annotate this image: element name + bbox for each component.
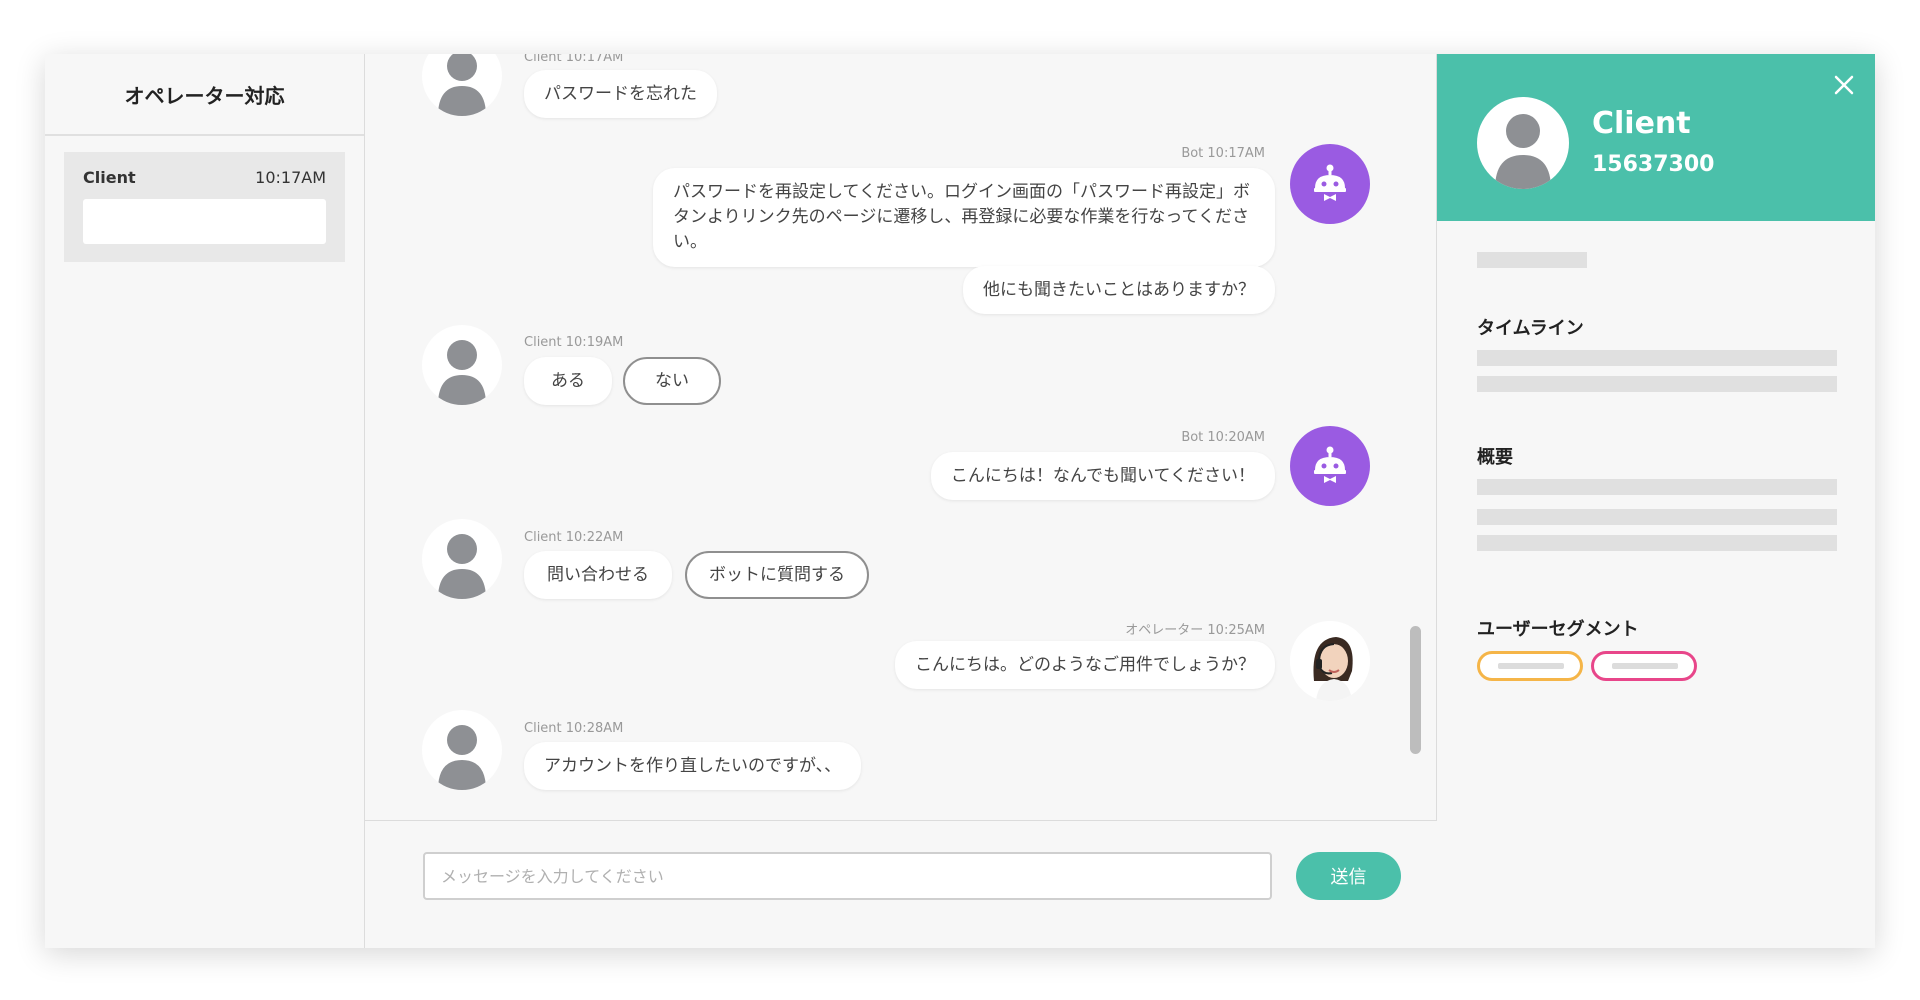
segment-tag-bar <box>1612 663 1678 669</box>
sidebar-title: オペレーター対応 <box>45 54 364 136</box>
chat-panel: Client 10:17AM パスワードを忘れた Bot 10:17AM パスワ… <box>365 54 1437 948</box>
operator-avatar-icon <box>1290 621 1370 701</box>
conversation-header: Client 10:17AM <box>83 168 326 187</box>
summary-label: 概要 <box>1477 447 1513 468</box>
segment-tag[interactable] <box>1591 651 1697 681</box>
operator-app: オペレーター対応 Client 10:17AM Client 10:17AM パ… <box>45 54 1875 948</box>
bot-avatar-icon <box>1290 426 1370 506</box>
chat-scrollbar[interactable] <box>1410 626 1421 754</box>
message-bubble: こんにちは！なんでも聞いてください！ <box>930 452 1275 500</box>
client-avatar-icon <box>422 54 502 116</box>
message-meta: オペレーター 10:25AM <box>1125 623 1265 638</box>
placeholder-bar <box>1477 509 1837 525</box>
conversation-item[interactable]: Client 10:17AM <box>64 152 345 262</box>
message-bubble: こんにちは。どのようなご用件でしょうか？ <box>895 641 1275 689</box>
message-meta: Bot 10:17AM <box>1181 146 1265 161</box>
message-bubble: パスワードを再設定してください。ログイン画面の「パスワード再設定」ボタンよりリン… <box>653 168 1275 267</box>
conversation-preview <box>83 199 326 244</box>
segment-label: ユーザーセグメント <box>1477 619 1639 640</box>
profile-avatar-icon <box>1477 97 1569 189</box>
conversation-time: 10:17AM <box>255 168 326 187</box>
placeholder-bar <box>1477 479 1837 495</box>
close-icon[interactable] <box>1829 70 1859 100</box>
placeholder-bar <box>1477 350 1837 366</box>
segment-tag-bar <box>1498 663 1564 669</box>
message-input[interactable] <box>423 852 1272 900</box>
message-bubble: パスワードを忘れた <box>524 70 717 118</box>
choice-button[interactable]: ボットに質問する <box>685 551 869 599</box>
message-meta: Client 10:17AM <box>524 54 624 65</box>
segment-tag[interactable] <box>1477 651 1583 681</box>
choice-selected: 問い合わせる <box>524 551 672 599</box>
choice-selected: ある <box>524 357 612 405</box>
message-composer: 送信 <box>365 820 1437 948</box>
placeholder-bar <box>1477 252 1587 268</box>
client-avatar-icon <box>422 710 502 790</box>
timeline-label: タイムライン <box>1477 318 1584 339</box>
message-list[interactable]: Client 10:17AM パスワードを忘れた Bot 10:17AM パスワ… <box>365 54 1437 820</box>
user-profile-panel: Client 15637300 タイムライン 概要 ユーザーセグメント <box>1437 54 1875 948</box>
message-bubble: アカウントを作り直したいのですが、、 <box>524 742 862 790</box>
message-meta: Client 10:22AM <box>524 530 624 545</box>
bot-avatar-icon <box>1290 144 1370 224</box>
message-meta: Client 10:28AM <box>524 721 624 736</box>
conversation-name: Client <box>83 168 136 187</box>
message-meta: Client 10:19AM <box>524 335 624 350</box>
message-bubble: 他にも聞きたいことはありますか？ <box>963 266 1275 314</box>
profile-id: 15637300 <box>1592 152 1715 177</box>
message-meta: Bot 10:20AM <box>1181 430 1265 445</box>
choice-button[interactable]: ない <box>623 357 721 405</box>
client-avatar-icon <box>422 325 502 405</box>
profile-name: Client <box>1592 106 1691 141</box>
placeholder-bar <box>1477 376 1837 392</box>
profile-header: Client 15637300 <box>1437 54 1875 221</box>
client-avatar-icon <box>422 519 502 599</box>
placeholder-bar <box>1477 535 1837 551</box>
send-button[interactable]: 送信 <box>1296 852 1401 900</box>
conversation-sidebar: オペレーター対応 Client 10:17AM <box>45 54 365 948</box>
